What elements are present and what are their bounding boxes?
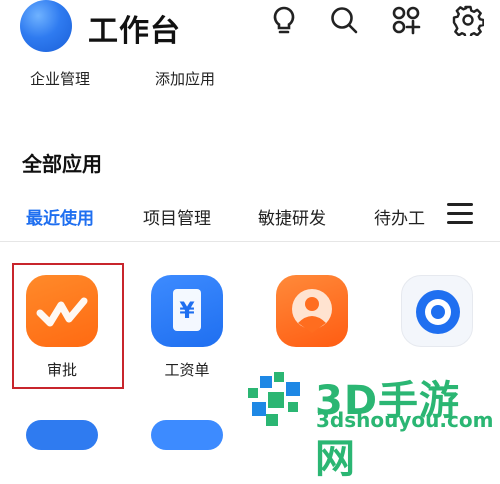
tab-recent[interactable]: 最近使用: [26, 204, 94, 229]
gear-icon[interactable]: [450, 2, 486, 38]
app-label-payroll[interactable]: 工资单: [151, 359, 223, 380]
person-location-icon[interactable]: [276, 275, 348, 347]
payroll-icon[interactable]: ¥: [151, 275, 223, 347]
section-title: 全部应用: [22, 152, 102, 176]
app-icon-partial[interactable]: [26, 420, 98, 450]
approval-icon[interactable]: [26, 275, 98, 347]
avatar[interactable]: [20, 0, 72, 52]
svg-text:¥: ¥: [179, 299, 195, 324]
add-app-link[interactable]: 添加应用: [155, 68, 215, 89]
tabs-divider: [0, 241, 500, 242]
ring-icon[interactable]: [401, 275, 473, 347]
app-icon-partial[interactable]: [151, 420, 223, 450]
tab-todo[interactable]: 待办工: [374, 204, 425, 229]
enterprise-management-link[interactable]: 企业管理: [30, 68, 90, 89]
tab-project-management[interactable]: 项目管理: [143, 204, 211, 229]
search-icon[interactable]: [326, 2, 362, 38]
menu-icon[interactable]: [447, 203, 473, 225]
app-label-approval[interactable]: 审批: [26, 359, 98, 380]
watermark-url: 3dshouyou.com: [316, 408, 494, 432]
lightbulb-icon[interactable]: [266, 2, 302, 38]
watermark-logo-icon: [244, 368, 308, 432]
add-app-grid-icon[interactable]: [388, 2, 424, 38]
page-title: 工作台: [88, 14, 181, 49]
tab-agile-dev[interactable]: 敏捷研发: [258, 204, 326, 229]
